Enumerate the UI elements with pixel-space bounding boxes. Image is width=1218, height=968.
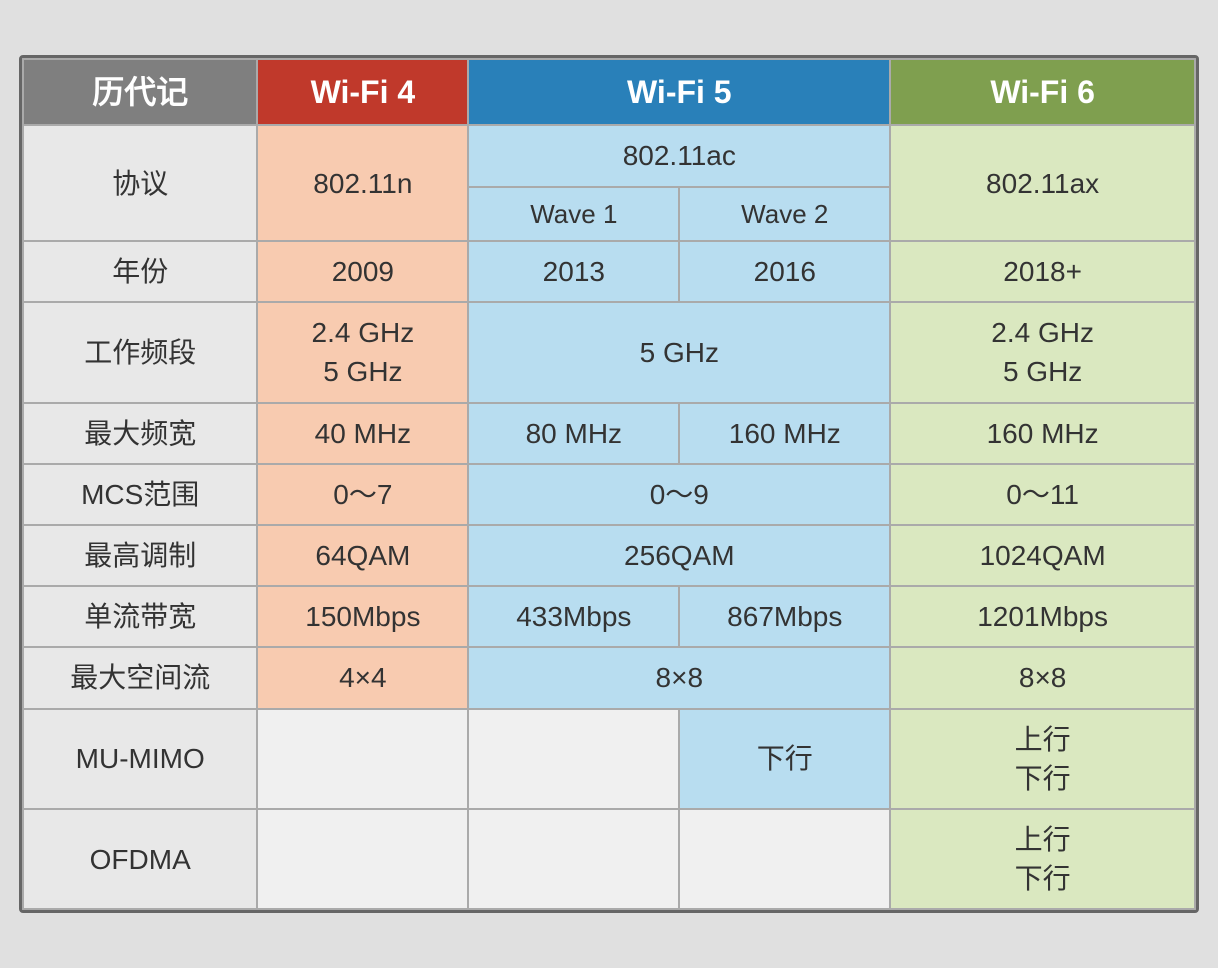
mumimo-wave1: [468, 709, 679, 809]
ofdma-wifi4: [257, 809, 468, 909]
header-wifi4: Wi-Fi 4: [257, 59, 468, 126]
mumimo-wave2: 下行: [679, 709, 890, 809]
bandwidth-wave2: 160 MHz: [679, 403, 890, 464]
protocol-row-top: 协议 802.11n 802.11ac 802.11ax: [23, 125, 1195, 186]
modulation-row: 最高调制 64QAM 256QAM 1024QAM: [23, 525, 1195, 586]
ofdma-label: OFDMA: [23, 809, 257, 909]
bandwidth-label: 最大频宽: [23, 403, 257, 464]
year-row: 年份 2009 2013 2016 2018+: [23, 241, 1195, 302]
spatial-row: 最大空间流 4×4 8×8 8×8: [23, 647, 1195, 708]
year-wave2: 2016: [679, 241, 890, 302]
single-stream-wifi4: 150Mbps: [257, 586, 468, 647]
spatial-wifi6: 8×8: [890, 647, 1195, 708]
mumimo-label: MU-MIMO: [23, 709, 257, 809]
year-wifi4: 2009: [257, 241, 468, 302]
single-stream-wave1: 433Mbps: [468, 586, 679, 647]
ofdma-wifi6: 上行 下行: [890, 809, 1195, 909]
protocol-label: 协议: [23, 125, 257, 241]
modulation-wifi6: 1024QAM: [890, 525, 1195, 586]
modulation-wifi5: 256QAM: [468, 525, 890, 586]
bandwidth-wave1: 80 MHz: [468, 403, 679, 464]
single-stream-wave2: 867Mbps: [679, 586, 890, 647]
frequency-wifi4: 2.4 GHz 5 GHz: [257, 302, 468, 402]
mcs-wifi4: 0～7: [257, 464, 468, 525]
single-stream-row: 单流带宽 150Mbps 433Mbps 867Mbps 1201Mbps: [23, 586, 1195, 647]
header-wifi6: Wi-Fi 6: [890, 59, 1195, 126]
protocol-wifi5: 802.11ac: [468, 125, 890, 186]
mcs-label: MCS范围: [23, 464, 257, 525]
ofdma-row: OFDMA 上行 下行: [23, 809, 1195, 909]
header-row: 历代记 Wi-Fi 4 Wi-Fi 5 Wi-Fi 6: [23, 59, 1195, 126]
wave1-label: Wave 1: [468, 187, 679, 241]
ofdma-wave1: [468, 809, 679, 909]
year-wave1: 2013: [468, 241, 679, 302]
single-stream-wifi6: 1201Mbps: [890, 586, 1195, 647]
mumimo-row: MU-MIMO 下行 上行 下行: [23, 709, 1195, 809]
bandwidth-row: 最大频宽 40 MHz 80 MHz 160 MHz 160 MHz: [23, 403, 1195, 464]
header-wifi5: Wi-Fi 5: [468, 59, 890, 126]
spatial-wifi5: 8×8: [468, 647, 890, 708]
wifi-comparison-table: 历代记 Wi-Fi 4 Wi-Fi 5 Wi-Fi 6 协议 802.11n 8…: [22, 58, 1196, 911]
mumimo-wifi6: 上行 下行: [890, 709, 1195, 809]
modulation-label: 最高调制: [23, 525, 257, 586]
header-label: 历代记: [23, 59, 257, 126]
wave2-label: Wave 2: [679, 187, 890, 241]
mumimo-wifi4: [257, 709, 468, 809]
mcs-row: MCS范围 0～7 0～9 0～11: [23, 464, 1195, 525]
bandwidth-wifi6: 160 MHz: [890, 403, 1195, 464]
single-stream-label: 单流带宽: [23, 586, 257, 647]
mcs-wifi6: 0～11: [890, 464, 1195, 525]
spatial-wifi4: 4×4: [257, 647, 468, 708]
year-wifi6: 2018+: [890, 241, 1195, 302]
modulation-wifi4: 64QAM: [257, 525, 468, 586]
comparison-table-wrapper: 历代记 Wi-Fi 4 Wi-Fi 5 Wi-Fi 6 协议 802.11n 8…: [19, 55, 1199, 914]
frequency-wifi6: 2.4 GHz 5 GHz: [890, 302, 1195, 402]
protocol-wifi4: 802.11n: [257, 125, 468, 241]
frequency-label: 工作频段: [23, 302, 257, 402]
year-label: 年份: [23, 241, 257, 302]
protocol-wifi6: 802.11ax: [890, 125, 1195, 241]
bandwidth-wifi4: 40 MHz: [257, 403, 468, 464]
spatial-label: 最大空间流: [23, 647, 257, 708]
mcs-wifi5: 0～9: [468, 464, 890, 525]
ofdma-wave2: [679, 809, 890, 909]
frequency-row: 工作频段 2.4 GHz 5 GHz 5 GHz 2.4 GHz 5 GHz: [23, 302, 1195, 402]
frequency-wifi5: 5 GHz: [468, 302, 890, 402]
